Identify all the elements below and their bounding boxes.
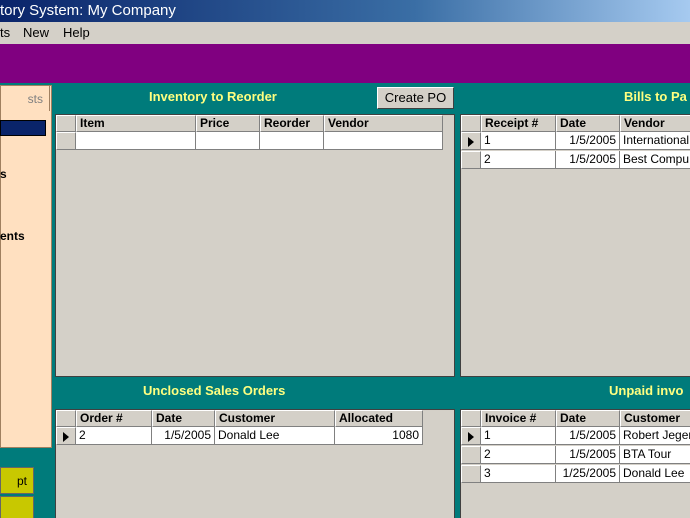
title-bar: tory System: My Company — [0, 0, 690, 22]
sales-col-allocated[interactable]: Allocated — [335, 410, 423, 427]
menu-bar: ts New Help — [0, 22, 690, 44]
sales-title: Unclosed Sales Orders — [143, 383, 286, 398]
reorder-title: Inventory to Reorder — [149, 89, 277, 104]
bills-row-selector[interactable] — [461, 151, 481, 169]
bills-grid-corner — [461, 115, 481, 132]
nav-item-1[interactable]: s — [0, 167, 7, 181]
bills-row-selector[interactable] — [461, 132, 481, 150]
bills-cell-receipt[interactable]: 2 — [481, 151, 556, 169]
bills-col-receipt[interactable]: Receipt # — [481, 115, 556, 132]
nav-selected-item[interactable] — [0, 120, 46, 136]
reorder-grid: Item Price Reorder Vendor — [55, 114, 455, 377]
bills-cell-date[interactable]: 1/5/2005 — [556, 151, 620, 169]
menu-item-new[interactable]: New — [23, 25, 49, 40]
invoices-cell-customer[interactable]: BTA Tour — [620, 446, 690, 464]
invoices-cell-invoice[interactable]: 1 — [481, 427, 556, 445]
nav-item-2[interactable]: ents — [0, 229, 25, 243]
reorder-col-price[interactable]: Price — [196, 115, 260, 132]
window-title: tory System: My Company — [0, 2, 176, 19]
sales-cell-order[interactable]: 2 — [76, 427, 152, 445]
sales-cell-allocated[interactable]: 1080 — [335, 427, 423, 445]
invoices-grid: Invoice # Date Customer 1 1/5/2005 Rober… — [460, 409, 690, 518]
bills-cell-vendor[interactable]: International — [620, 132, 690, 150]
invoices-col-customer[interactable]: Customer — [620, 410, 690, 427]
invoices-cell-invoice[interactable]: 3 — [481, 465, 556, 483]
reorder-col-item[interactable]: Item — [76, 115, 196, 132]
nav-button-2[interactable] — [0, 496, 34, 518]
menu-item-help[interactable]: Help — [63, 25, 90, 40]
create-po-button[interactable]: Create PO — [377, 87, 454, 109]
invoices-row-selector[interactable] — [461, 465, 481, 483]
bills-col-vendor[interactable]: Vendor — [620, 115, 690, 132]
reorder-row-selector[interactable] — [56, 132, 76, 150]
sales-col-date[interactable]: Date — [152, 410, 215, 427]
invoices-col-date[interactable]: Date — [556, 410, 620, 427]
reorder-col-reorder[interactable]: Reorder — [260, 115, 324, 132]
sales-col-order[interactable]: Order # — [76, 410, 152, 427]
invoices-cell-invoice[interactable]: 2 — [481, 446, 556, 464]
invoices-row-selector[interactable] — [461, 427, 481, 445]
bills-title: Bills to Pa — [624, 89, 687, 104]
invoices-title: Unpaid invo — [609, 383, 684, 398]
nav-button-1-label: pt — [16, 474, 27, 488]
invoices-col-invoice[interactable]: Invoice # — [481, 410, 556, 427]
nav-button-1[interactable]: pt — [0, 467, 34, 494]
app-window: tory System: My Company ts New Help s ts … — [0, 0, 690, 518]
reorder-cell-price[interactable] — [196, 132, 260, 150]
reorder-cell-vendor[interactable] — [324, 132, 443, 150]
invoices-cell-date[interactable]: 1/5/2005 — [556, 427, 620, 445]
sales-cell-date[interactable]: 1/5/2005 — [152, 427, 215, 445]
sales-grid-corner — [56, 410, 76, 427]
invoices-grid-corner — [461, 410, 481, 427]
current-row-arrow-icon — [468, 137, 474, 147]
reorder-cell-reorder[interactable] — [260, 132, 324, 150]
left-nav-panel — [0, 85, 52, 448]
sales-cell-customer[interactable]: Donald Lee — [215, 427, 335, 445]
invoices-row-selector[interactable] — [461, 446, 481, 464]
bills-cell-date[interactable]: 1/5/2005 — [556, 132, 620, 150]
reorder-cell-item[interactable] — [76, 132, 196, 150]
nav-tab[interactable]: sts — [0, 85, 50, 111]
sales-col-customer[interactable]: Customer — [215, 410, 335, 427]
bills-cell-receipt[interactable]: 1 — [481, 132, 556, 150]
bills-col-date[interactable]: Date — [556, 115, 620, 132]
invoices-cell-date[interactable]: 1/25/2005 — [556, 465, 620, 483]
bills-grid: Receipt # Date Vendor 1 1/5/2005 Interna… — [460, 114, 690, 377]
invoices-cell-customer[interactable]: Robert Jeger — [620, 427, 690, 445]
toolbar-band — [0, 44, 690, 83]
menu-item-reports[interactable]: ts — [0, 25, 10, 40]
nav-tab-label: sts — [27, 92, 43, 106]
reorder-grid-corner — [56, 115, 76, 132]
bills-cell-vendor[interactable]: Best Compu — [620, 151, 690, 169]
sales-row-selector[interactable] — [56, 427, 76, 445]
invoices-cell-customer[interactable]: Donald Lee — [620, 465, 690, 483]
current-row-arrow-icon — [63, 432, 69, 442]
invoices-cell-date[interactable]: 1/5/2005 — [556, 446, 620, 464]
current-row-arrow-icon — [468, 432, 474, 442]
sales-grid: Order # Date Customer Allocated 2 1/5/20… — [55, 409, 455, 518]
reorder-col-vendor[interactable]: Vendor — [324, 115, 443, 132]
